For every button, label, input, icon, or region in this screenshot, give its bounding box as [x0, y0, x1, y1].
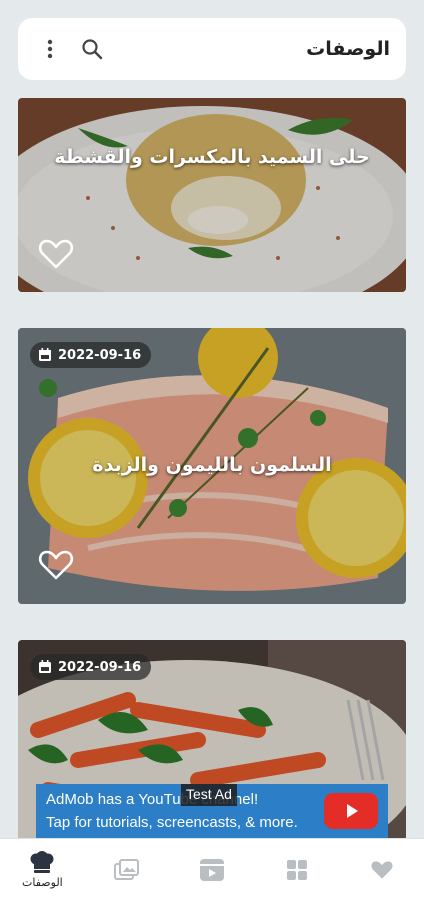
heart-outline-icon	[38, 239, 74, 269]
calendar-icon	[39, 348, 51, 361]
video-icon	[199, 858, 224, 881]
date-badge: 2022-09-16	[30, 342, 152, 368]
image-overlay	[18, 98, 406, 292]
heart-outline-icon	[38, 550, 74, 580]
favorites-icon	[371, 860, 393, 879]
nav-categories[interactable]	[262, 840, 332, 900]
more-menu-button[interactable]	[38, 37, 62, 61]
nav-recipes-label: الوصفات	[22, 875, 63, 889]
gallery-icon	[114, 858, 140, 880]
bottom-navigation: الوصفات	[0, 838, 424, 900]
favorite-button[interactable]	[38, 238, 74, 270]
nav-favorites[interactable]	[347, 840, 417, 900]
recipe-card[interactable]: حلى السميد بالمكسرات والقشطة	[18, 98, 406, 292]
date-badge: 2022-09-16	[30, 654, 152, 680]
page-title: الوصفات	[306, 38, 390, 60]
youtube-logo-icon	[324, 793, 378, 829]
favorite-button[interactable]	[38, 549, 74, 581]
more-vert-icon	[47, 39, 53, 59]
recipe-card[interactable]: 2022-09-16 السلمون بالليمون والزبدة	[18, 328, 406, 604]
recipe-title: حلى السميد بالمكسرات والقشطة	[54, 146, 370, 168]
calendar-icon	[39, 660, 51, 673]
ad-body: Tap for tutorials, screencasts, & more.	[46, 814, 298, 831]
recipe-date: 2022-09-16	[58, 347, 142, 363]
search-icon	[82, 39, 103, 60]
search-button[interactable]	[80, 37, 104, 61]
nav-videos[interactable]	[177, 840, 247, 900]
recipe-list: حلى السميد بالمكسرات والقشطة 2022-09-16 …	[18, 98, 406, 838]
app-bar-actions	[38, 37, 104, 61]
nav-recipes[interactable]: الوصفات	[7, 840, 77, 900]
test-ad-label: Test Ad	[181, 784, 237, 806]
recipe-date: 2022-09-16	[58, 659, 142, 675]
recipe-title: السلمون بالليمون والزبدة	[92, 454, 332, 476]
nav-gallery[interactable]	[92, 840, 162, 900]
app-bar: الوصفات	[18, 18, 406, 80]
chef-hat-icon	[30, 850, 54, 873]
categories-icon	[286, 859, 307, 880]
